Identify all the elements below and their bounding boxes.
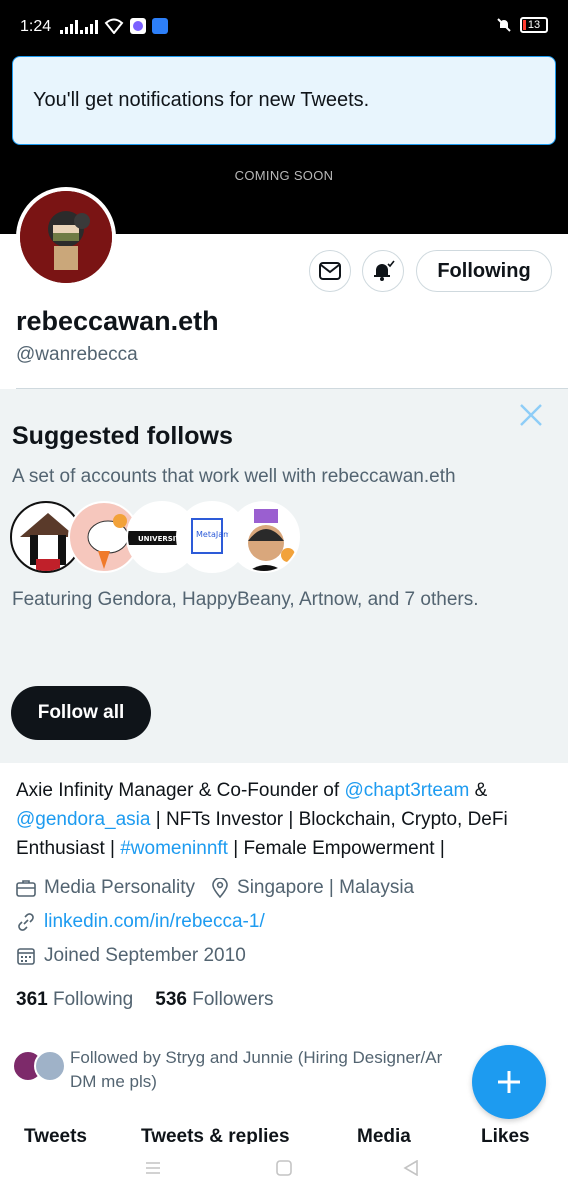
bell-check-icon [374, 260, 395, 281]
meta-row-website: linkedin.com/in/rebecca-1/ [16, 911, 265, 933]
suggested-featuring: Featuring Gendora, HappyBeany, Artnow, a… [12, 589, 479, 610]
calendar-icon [17, 948, 35, 965]
app-notification-icon [152, 18, 168, 34]
location-icon [212, 878, 228, 898]
followed-by[interactable]: Followed by Stryg and Junnie (Hiring Des… [12, 1044, 482, 1094]
bio-mention-gendora[interactable]: @gendora_asia [16, 809, 150, 830]
followers-label: Followers [192, 989, 274, 1010]
battery-level: 13 [527, 19, 541, 31]
display-name: rebeccawan.eth [16, 306, 219, 336]
tab-tweets-replies[interactable]: Tweets & replies [141, 1126, 290, 1144]
followed-by-text: Followed by Stryg and Junnie (Hiring Des… [70, 1046, 482, 1094]
link-icon [18, 913, 34, 931]
following-count: 361 [16, 989, 48, 1010]
suggested-title: Suggested follows [12, 422, 233, 450]
meta-row-joined: Joined September 2010 [16, 945, 246, 967]
bio-text-4: | Female Empowerment | [227, 838, 445, 859]
profile-location: Singapore | Malaysia [237, 877, 415, 898]
profile-avatar[interactable] [16, 187, 116, 287]
suggested-avatar-person [228, 501, 300, 573]
follow-counts: 361 Following 536 Followers [16, 989, 274, 1011]
avatar-image [20, 191, 112, 283]
bell-mute-icon [497, 18, 511, 32]
plus-icon [498, 1071, 520, 1093]
profile-category: Media Personality [44, 877, 196, 898]
bio-mention-chapt3rteam[interactable]: @chapt3rteam [344, 780, 469, 801]
suggested-avatars[interactable]: UNIVERSITY.ETH MetaJam Asia [10, 501, 310, 575]
followers-count: 536 [155, 989, 187, 1010]
followers-count-link[interactable]: 536 Followers [155, 989, 273, 1011]
profile-tabs: Tweets Tweets & replies Media Likes [0, 1122, 568, 1144]
followed-by-line-1: Followed by Stryg and Junnie (Hiring Des… [70, 1048, 443, 1067]
compose-tweet-button[interactable] [472, 1045, 546, 1119]
followed-by-avatar-2 [34, 1050, 66, 1082]
menu-icon[interactable] [144, 1160, 162, 1176]
message-button[interactable] [309, 250, 351, 292]
battery-icon: 13 [520, 17, 548, 33]
close-icon[interactable] [518, 402, 544, 428]
home-icon[interactable] [275, 1160, 293, 1176]
bio-text-2: & [469, 780, 488, 801]
profile-joined-date: Joined September 2010 [44, 945, 246, 966]
followed-by-line-2: DM me pls) [70, 1072, 157, 1091]
signal-icon [60, 20, 78, 34]
back-icon[interactable] [402, 1160, 420, 1176]
messenger-icon [130, 18, 146, 34]
status-bar: 1:24 13 [0, 0, 568, 54]
following-button[interactable]: Following [416, 250, 552, 292]
follow-all-button[interactable]: Follow all [11, 686, 151, 740]
following-count-link[interactable]: 361 Following [16, 989, 133, 1011]
suggested-subtitle: A set of accounts that work well with re… [12, 466, 456, 487]
bio-hashtag[interactable]: #womeninnft [120, 838, 228, 859]
envelope-icon [319, 262, 341, 280]
system-nav-bar [0, 1144, 568, 1200]
wifi-icon [104, 18, 124, 34]
tab-likes[interactable]: Likes [481, 1126, 530, 1144]
meta-row-category: Media Personality Singapore | Malaysia [16, 877, 414, 899]
profile-bio: Axie Infinity Manager & Co-Founder of @c… [16, 776, 556, 863]
briefcase-icon [16, 880, 36, 897]
notifications-button[interactable] [362, 250, 404, 292]
profile-website-link[interactable]: linkedin.com/in/rebecca-1/ [44, 911, 265, 933]
toast-message: You'll get notifications for new Tweets. [33, 89, 370, 111]
signal-icon-2 [80, 20, 98, 34]
tab-tweets[interactable]: Tweets [24, 1126, 87, 1144]
following-label: Following [52, 989, 134, 1010]
user-handle: @wanrebecca [16, 344, 138, 365]
notification-toast[interactable]: You'll get notifications for new Tweets. [12, 56, 556, 145]
status-time: 1:24 [20, 18, 52, 35]
banner-text: COMING SOON [234, 168, 334, 183]
tab-media[interactable]: Media [357, 1126, 411, 1144]
bio-text-1: Axie Infinity Manager & Co-Founder of [16, 780, 345, 801]
